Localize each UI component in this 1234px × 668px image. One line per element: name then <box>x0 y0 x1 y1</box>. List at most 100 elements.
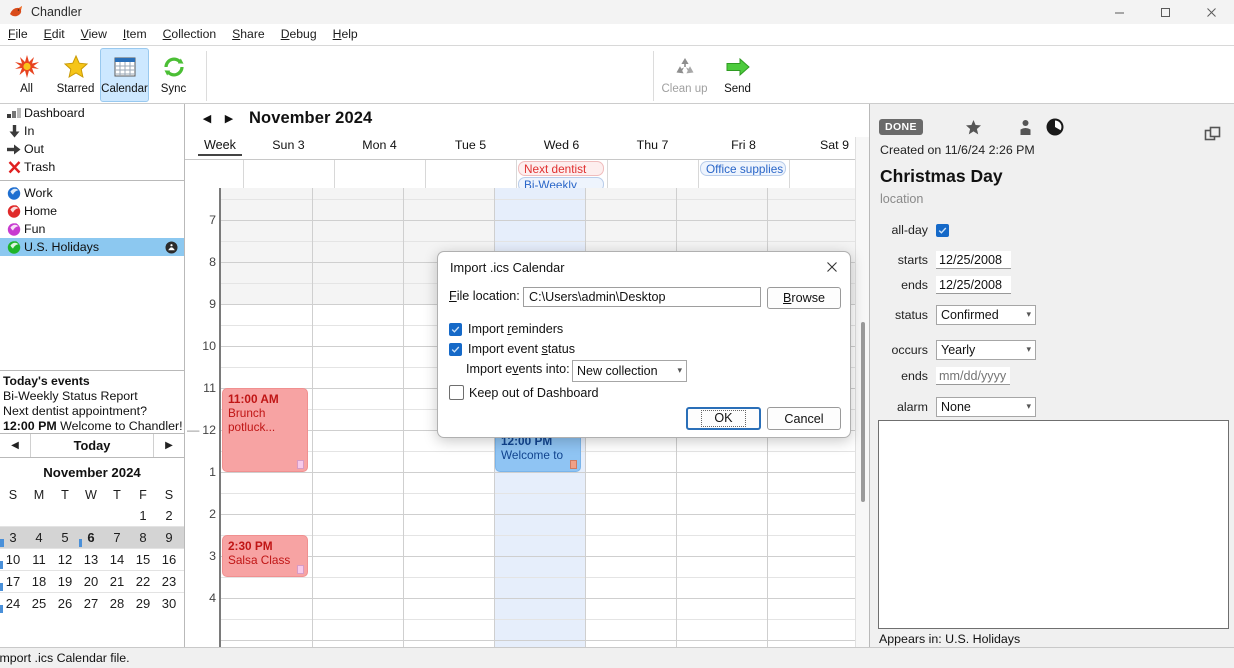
browse-button[interactable]: Browse <box>767 287 841 309</box>
calendar-day-header[interactable]: Mon 4 <box>334 138 425 152</box>
minical-day-25[interactable]: 25 <box>26 593 52 614</box>
calendar-vertical-scrollbar[interactable] <box>855 137 870 647</box>
minical-day-11[interactable]: 11 <box>26 549 52 570</box>
minimize-button[interactable] <box>1096 0 1142 24</box>
minical-day-19[interactable]: 19 <box>52 571 78 592</box>
dialog-import-status-row[interactable]: Import event status <box>449 342 575 356</box>
status-select[interactable]: ConfirmedTentativeFYI <box>936 305 1036 325</box>
minical-day-17[interactable]: 17 <box>0 571 26 592</box>
calendar-next-button[interactable]: ▶ <box>218 112 240 125</box>
toolbar-cleanup-button[interactable]: Clean up <box>656 48 713 102</box>
popout-window-icon[interactable] <box>1204 126 1221 146</box>
sidebar-collection-usholidays[interactable]: U.S. Holidays <box>0 238 184 256</box>
file-location-input[interactable] <box>523 287 761 307</box>
minical-day-4[interactable]: 4 <box>26 527 52 548</box>
menu-share[interactable]: Share <box>224 24 273 45</box>
minical-week-row[interactable]: 24 25 26 27 28 29 30 <box>0 592 184 614</box>
clock-icon[interactable] <box>1045 117 1065 137</box>
minical-day-27[interactable]: 27 <box>78 593 104 614</box>
minical-day-28[interactable]: 28 <box>104 593 130 614</box>
occurs-select[interactable]: OnceDailyWeeklyBiweeklyMonthlyYearly <box>936 340 1036 360</box>
sidebar-collection-work[interactable]: Work <box>0 184 184 202</box>
ends-date-input[interactable] <box>936 276 1011 294</box>
minical-day-30[interactable]: 30 <box>156 593 182 614</box>
todays-event-line[interactable]: 12:00 PM Welcome to Chandler! <box>3 419 184 430</box>
minical-day-21[interactable]: 21 <box>104 571 130 592</box>
menu-file[interactable]: File <box>0 24 36 45</box>
menu-collection[interactable]: Collection <box>155 24 225 45</box>
minical-day-2[interactable]: 2 <box>156 505 182 526</box>
alarm-select[interactable]: None1 minute before5 minutes beforeCusto… <box>936 397 1036 417</box>
calendar-day-header[interactable]: Tue 5 <box>425 138 516 152</box>
minical-day-8[interactable]: 8 <box>130 527 156 548</box>
calendar-event[interactable]: 2:30 PM Salsa Class <box>222 535 308 577</box>
calendar-day-header[interactable]: Thu 7 <box>607 138 698 152</box>
allday-checkbox[interactable] <box>936 223 949 237</box>
minical-day-7[interactable]: 7 <box>104 527 130 548</box>
minical-day-20[interactable]: 20 <box>78 571 104 592</box>
minical-day-1[interactable]: 1 <box>130 505 156 526</box>
dialog-import-reminders-row[interactable]: Import reminders <box>449 322 563 336</box>
calendar-event[interactable]: 11:00 AM Brunch potluck... <box>222 388 308 472</box>
minical-day-23[interactable]: 23 <box>156 571 182 592</box>
minical-day-9[interactable]: 9 <box>156 527 182 548</box>
minical-day-26[interactable]: 26 <box>52 593 78 614</box>
person-icon[interactable] <box>1018 119 1033 136</box>
minical-week-row[interactable]: 3456789 <box>0 526 184 548</box>
dialog-keep-out-row[interactable]: Keep out of Dashboard <box>449 385 599 400</box>
scrollbar-thumb[interactable] <box>861 322 865 502</box>
minical-day-22[interactable]: 22 <box>130 571 156 592</box>
toolbar-send-button[interactable]: Send <box>713 48 762 102</box>
close-button[interactable] <box>1188 0 1234 24</box>
sidebar-item-out[interactable]: Out <box>0 140 184 158</box>
allday-event[interactable]: Office supplies <box>700 161 786 176</box>
minical-day-24[interactable]: 24 <box>0 593 26 614</box>
menu-debug[interactable]: Debug <box>273 24 325 45</box>
toolbar-starred-button[interactable]: Starred <box>51 48 100 102</box>
minical-day-14[interactable]: 14 <box>104 549 130 570</box>
minical-day-10[interactable]: 10 <box>0 549 26 570</box>
minical-day-16[interactable]: 16 <box>156 549 182 570</box>
todays-event-line[interactable]: Bi-Weekly Status Report <box>3 389 184 404</box>
minical-week-row[interactable]: 17 18 19 20 21 22 23 <box>0 570 184 592</box>
sidebar-item-trash[interactable]: Trash <box>0 158 184 176</box>
allday-event[interactable]: Next dentist <box>518 161 604 176</box>
calendar-day-header[interactable]: Sun 3 <box>243 138 334 152</box>
sidebar-item-in[interactable]: In <box>0 122 184 140</box>
menu-item[interactable]: Item <box>115 24 155 45</box>
toolbar-sync-button[interactable]: Sync <box>149 48 198 102</box>
sidebar-collection-fun[interactable]: Fun <box>0 220 184 238</box>
minical-day-29[interactable]: 29 <box>130 593 156 614</box>
minical-day-12[interactable]: 12 <box>52 549 78 570</box>
ok-button[interactable]: OK <box>686 407 761 430</box>
menu-view[interactable]: View <box>73 24 115 45</box>
notes-textarea[interactable] <box>878 420 1229 629</box>
cancel-button[interactable]: Cancel <box>767 407 841 430</box>
import-reminders-checkbox[interactable] <box>449 322 462 336</box>
todays-event-line[interactable]: Next dentist appointment? <box>3 404 184 419</box>
calendar-prev-button[interactable]: ◀ <box>196 112 218 125</box>
minical-day-5[interactable]: 5 <box>52 527 78 548</box>
minical-prev-button[interactable]: ◀ <box>0 434 31 457</box>
location-field[interactable]: location <box>880 192 923 206</box>
sidebar-collection-home[interactable]: Home <box>0 202 184 220</box>
calendar-day-header[interactable]: Fri 8 <box>698 138 789 152</box>
toolbar-calendar-button[interactable]: Calendar <box>100 48 149 102</box>
menu-edit[interactable]: Edit <box>36 24 73 45</box>
toolbar-all-button[interactable]: All <box>2 48 51 102</box>
star-icon[interactable] <box>965 119 982 136</box>
import-event-status-checkbox[interactable] <box>449 342 462 356</box>
minical-day-15[interactable]: 15 <box>130 549 156 570</box>
item-title[interactable]: Christmas Day <box>880 166 1003 187</box>
starts-date-input[interactable] <box>936 251 1011 269</box>
import-into-select[interactable]: New collectionU.S. HolidaysWorkHomeFun <box>572 360 687 382</box>
keep-out-of-dashboard-checkbox[interactable] <box>449 385 464 400</box>
maximize-button[interactable] <box>1142 0 1188 24</box>
minical-today-button[interactable]: Today <box>31 434 153 457</box>
minical-day-13[interactable]: 13 <box>78 549 104 570</box>
sidebar-item-dashboard[interactable]: Dashboard <box>0 104 184 122</box>
menu-help[interactable]: Help <box>325 24 366 45</box>
minical-week-row[interactable]: 12 <box>0 505 184 526</box>
calendar-day-header[interactable]: Wed 6 <box>516 138 607 152</box>
minical-day-18[interactable]: 18 <box>26 571 52 592</box>
